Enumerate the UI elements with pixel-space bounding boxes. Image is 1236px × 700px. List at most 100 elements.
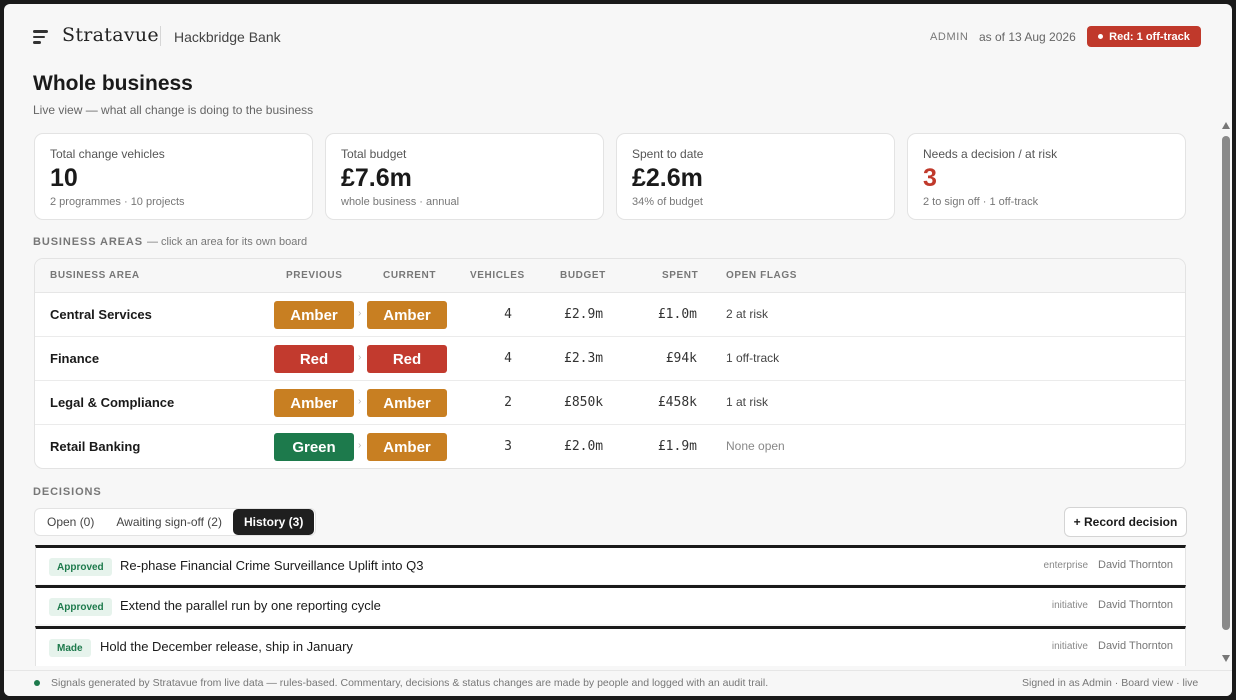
budget-value: £2.3m (564, 351, 604, 366)
stat-label: Spent to date (632, 147, 704, 161)
current-rag-badge: Amber (367, 433, 447, 461)
decision-owner: David Thornton (1098, 599, 1174, 611)
status-dot-icon (1098, 34, 1104, 39)
stat-card-vehicles: Total change vehicles 10 2 programmes · … (34, 133, 313, 220)
table-row[interactable]: Finance Red › Red 4 £2.3m £94k 1 off-tra… (35, 337, 1185, 381)
column-header: VEHICLES (470, 270, 525, 281)
chevron-right-icon: › (358, 352, 362, 363)
top-bar: Stratavue Hackbridge Bank ADMIN as of 13… (4, 4, 1232, 68)
table-row[interactable]: Legal & Compliance Amber › Amber 2 £850k… (35, 381, 1185, 425)
business-areas-heading: BUSINESS AREAS — click an area for its o… (33, 236, 307, 248)
decision-scope: enterprise (1043, 560, 1088, 571)
stat-label: Total change vehicles (50, 147, 165, 161)
area-name: Central Services (50, 307, 152, 322)
stat-value: 3 (923, 164, 937, 192)
footer-bar: Signals generated by Stratavue from live… (4, 670, 1232, 696)
previous-rag-badge: Red (274, 345, 354, 373)
table-row[interactable]: Central Services Amber › Amber 4 £2.9m £… (35, 293, 1185, 337)
budget-value: £2.9m (564, 307, 604, 322)
previous-rag-badge: Amber (274, 301, 354, 329)
decision-title: Re-phase Financial Crime Surveillance Up… (120, 558, 424, 573)
scroll-thumb[interactable] (1222, 136, 1230, 630)
table-header: BUSINESS AREA PREVIOUS CURRENT VEHICLES … (35, 259, 1185, 293)
chevron-right-icon: › (358, 396, 362, 407)
tab-awaiting-sign-off[interactable]: Awaiting sign-off (2) (105, 509, 233, 535)
table-row[interactable]: Retail Banking Green › Amber 3 £2.0m £1.… (35, 425, 1185, 468)
vehicles-count: 4 (504, 351, 512, 366)
stat-card-spent: Spent to date £2.6m 34% of budget (616, 133, 895, 220)
decision-status-badge: Approved (49, 558, 112, 576)
org-name: Hackbridge Bank (174, 29, 281, 45)
vertical-scrollbar[interactable] (1219, 122, 1232, 670)
stat-value: 10 (50, 164, 78, 192)
live-status-dot-icon (34, 680, 40, 686)
column-header: BUSINESS AREA (50, 270, 140, 281)
section-label: BUSINESS AREAS (33, 236, 143, 248)
decision-title: Hold the December release, ship in Janua… (100, 639, 353, 654)
scroll-up-icon[interactable] (1222, 122, 1230, 129)
stat-card-budget: Total budget £7.6m whole business · annu… (325, 133, 604, 220)
open-flags: 1 at risk (726, 395, 769, 409)
page-subtitle: Live view — what all change is doing to … (33, 103, 314, 117)
footer-session: Signed in as Admin · Board view · live (1022, 677, 1199, 689)
tab-history[interactable]: History (3) (232, 509, 315, 535)
stat-label: Total budget (341, 147, 407, 161)
open-flags: 2 at risk (726, 307, 769, 321)
open-flags: None open (726, 439, 785, 453)
decision-item[interactable]: Approved Re-phase Financial Crime Survei… (35, 545, 1186, 584)
spent-value: £94k (665, 351, 697, 366)
footer-disclaimer: Signals generated by Stratavue from live… (51, 677, 769, 689)
spent-value: £1.9m (657, 439, 697, 454)
previous-rag-badge: Amber (274, 389, 354, 417)
stat-note: 2 programmes · 10 projects (50, 196, 185, 208)
stat-value: £7.6m (341, 164, 412, 192)
open-flags: 1 off-track (726, 351, 780, 365)
chevron-right-icon: › (358, 440, 362, 451)
app-window: Stratavue Hackbridge Bank ADMIN as of 13… (4, 4, 1232, 696)
status-pill[interactable]: Red: 1 off-track (1087, 26, 1201, 47)
decision-owner: David Thornton (1098, 559, 1174, 571)
stat-note: 2 to sign off · 1 off-track (923, 196, 1039, 208)
business-areas-table: BUSINESS AREA PREVIOUS CURRENT VEHICLES … (34, 258, 1186, 469)
decision-owner: David Thornton (1098, 640, 1174, 652)
menu-icon[interactable] (33, 30, 49, 44)
decision-status-badge: Approved (49, 598, 112, 616)
vehicles-count: 3 (504, 439, 512, 454)
vehicles-count: 4 (504, 307, 512, 322)
stat-note: whole business · annual (341, 196, 460, 208)
stat-label: Needs a decision / at risk (923, 147, 1058, 161)
decision-scope: initiative (1051, 600, 1088, 611)
role-label: ADMIN (930, 31, 969, 43)
record-decision-button[interactable]: + Record decision (1064, 507, 1187, 537)
column-header: BUDGET (560, 270, 606, 281)
tab-open[interactable]: Open (0) (36, 509, 105, 535)
brand-logo: Stratavue (62, 24, 159, 46)
decision-item[interactable]: Made Hold the December release, ship in … (35, 626, 1186, 666)
current-rag-badge: Amber (367, 301, 447, 329)
spent-value: £458k (657, 395, 697, 410)
column-header: CURRENT (383, 270, 437, 281)
vehicles-count: 2 (504, 395, 512, 410)
area-name: Retail Banking (50, 439, 141, 454)
decision-tabs: Open (0) Awaiting sign-off (2) History (… (34, 508, 317, 536)
current-rag-badge: Amber (367, 389, 447, 417)
area-name: Legal & Compliance (50, 395, 175, 410)
scroll-down-icon[interactable] (1222, 655, 1230, 662)
decision-item[interactable]: Approved Extend the parallel run by one … (35, 585, 1186, 624)
status-pill-label: Red: 1 off-track (1109, 30, 1190, 43)
budget-value: £850k (564, 395, 604, 410)
column-header: SPENT (662, 270, 699, 281)
stat-value: £2.6m (632, 164, 703, 192)
current-rag-badge: Red (367, 345, 447, 373)
page-title: Whole business (33, 72, 193, 95)
as-of-date: as of 13 Aug 2026 (979, 30, 1076, 44)
spent-value: £1.0m (657, 307, 697, 322)
area-name: Finance (50, 351, 100, 366)
decisions-heading: DECISIONS (33, 486, 102, 498)
decision-title: Extend the parallel run by one reporting… (120, 598, 381, 613)
column-header: PREVIOUS (286, 270, 343, 281)
brand-divider (160, 26, 161, 46)
previous-rag-badge: Green (274, 433, 354, 461)
decision-status-badge: Made (49, 639, 91, 657)
column-header: OPEN FLAGS (726, 270, 798, 281)
